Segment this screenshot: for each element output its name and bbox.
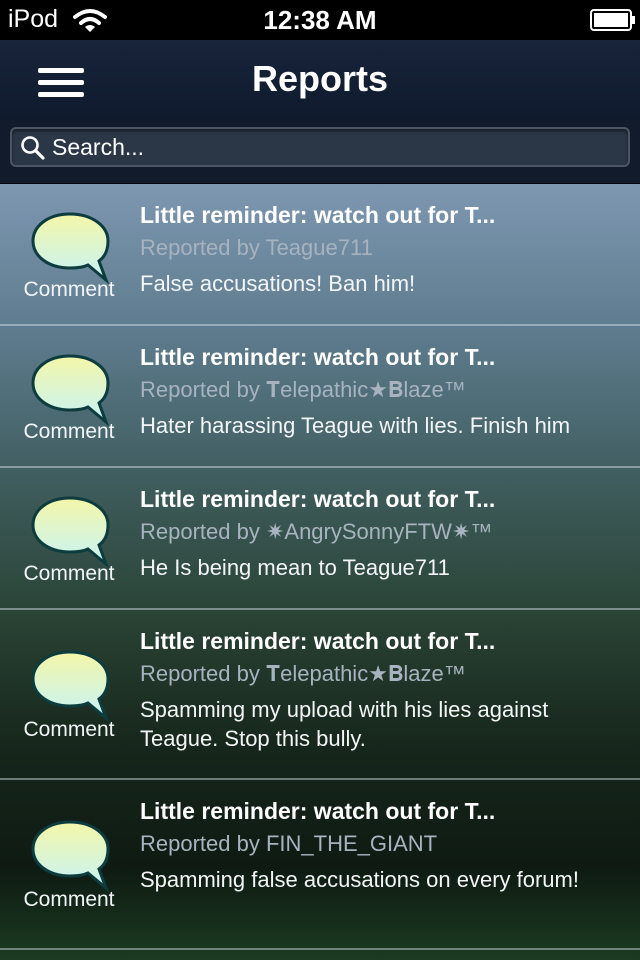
report-row[interactable]: Comment Little reminder: watch out for T… [0, 468, 640, 610]
report-reporter: Reported by 𝐓elepathic★𝐁laze™ [140, 661, 466, 686]
report-row[interactable]: Comment Little reminder: watch out for T… [0, 780, 640, 950]
report-type-label: Comment [23, 718, 115, 741]
report-reason: False accusations! Ban him! [140, 271, 416, 296]
report-reason: Spamming my upload with his lies against… [140, 697, 549, 751]
reports-list: Comment Little reminder: watch out for T… [0, 184, 640, 960]
battery-icon [590, 9, 635, 31]
navigation-bar: Reports [0, 40, 640, 120]
report-reason: He Is being mean to Teague711 [140, 555, 450, 580]
comment-bubble-icon [31, 212, 110, 285]
report-reporter: Reported by 𝐓elepathic★𝐁laze™ [140, 377, 466, 402]
report-title: Little reminder: watch out for T... [140, 202, 496, 228]
report-reporter: Reported by Teague711 [140, 235, 373, 260]
report-reason: Hater harassing Teague with lies. Finish… [140, 413, 571, 438]
comment-bubble-icon [31, 820, 110, 893]
report-title: Little reminder: watch out for T... [140, 628, 496, 654]
report-type-label: Comment [23, 420, 115, 443]
report-type-label: Comment [23, 562, 115, 585]
page-title: Reports [251, 58, 389, 99]
report-reporter: Reported by ✷AngrySonnyFTW✷™ [140, 519, 493, 544]
report-row[interactable]: Comment Little reminder: watch out for T… [0, 326, 640, 468]
report-type-label: Comment [23, 888, 115, 911]
report-row[interactable]: Comment Little reminder: watch out for T… [0, 184, 640, 326]
report-reason: Spamming false accusations on every foru… [140, 867, 579, 892]
status-time: 12:38 AM [263, 5, 377, 35]
comment-bubble-icon [31, 650, 110, 723]
report-title: Little reminder: watch out for T... [140, 798, 496, 824]
comment-bubble-icon [31, 496, 110, 569]
status-bar: iPod 12:38 AM [0, 0, 640, 40]
search-bar [0, 120, 640, 184]
report-type-label: Comment [23, 278, 115, 301]
report-row[interactable]: Comment Little reminder: watch out for T… [0, 610, 640, 780]
report-title: Little reminder: watch out for T... [140, 486, 496, 512]
search-field[interactable] [10, 127, 630, 167]
comment-bubble-icon [31, 354, 110, 427]
report-title: Little reminder: watch out for T... [140, 344, 496, 370]
report-reporter: Reported by FIN_THE_GIANT [140, 831, 438, 856]
search-input[interactable] [52, 132, 622, 162]
search-icon [21, 136, 45, 160]
